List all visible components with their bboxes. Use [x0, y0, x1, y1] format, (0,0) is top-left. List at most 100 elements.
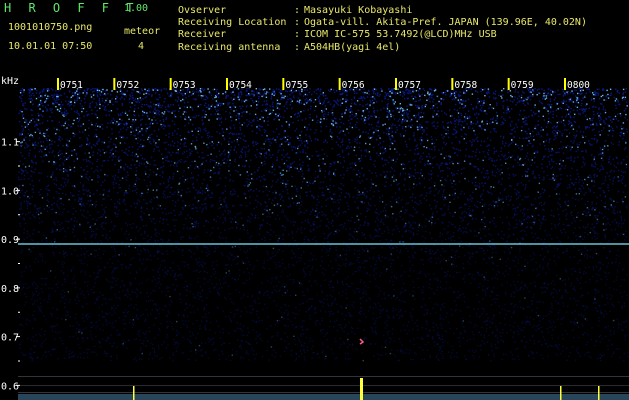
noise-pixel	[265, 104, 267, 106]
noise-pixel	[535, 262, 537, 264]
noise-pixel	[582, 273, 585, 275]
noise-pixel	[414, 164, 417, 167]
noise-pixel	[161, 170, 164, 173]
noise-pixel	[33, 229, 35, 231]
noise-pixel	[478, 186, 480, 189]
noise-pixel	[325, 186, 328, 188]
noise-pixel	[553, 133, 555, 135]
noise-pixel	[423, 89, 426, 92]
noise-pixel	[418, 287, 420, 289]
noise-pixel	[184, 118, 186, 120]
noise-pixel	[484, 294, 487, 297]
noise-pixel	[356, 136, 358, 139]
noise-pixel	[237, 339, 239, 341]
noise-pixel	[317, 97, 319, 99]
noise-pixel	[41, 253, 43, 255]
noise-pixel	[500, 335, 502, 337]
noise-pixel	[481, 326, 483, 329]
noise-pixel	[475, 312, 478, 315]
noise-pixel	[296, 190, 299, 193]
noise-pixel	[530, 164, 533, 166]
noise-pixel	[482, 89, 484, 91]
noise-pixel	[601, 103, 603, 105]
noise-pixel	[573, 246, 575, 248]
noise-pixel	[36, 144, 38, 147]
noise-pixel	[232, 133, 234, 136]
noise-pixel	[582, 226, 585, 228]
noise-pixel	[65, 113, 67, 115]
noise-pixel	[585, 267, 587, 269]
noise-pixel	[418, 177, 420, 180]
noise-pixel	[473, 308, 475, 310]
noise-pixel	[615, 347, 618, 350]
noise-pixel	[457, 121, 460, 123]
noise-pixel	[349, 195, 351, 198]
noise-pixel	[98, 149, 100, 151]
noise-pixel	[249, 263, 251, 266]
noise-pixel	[590, 165, 593, 167]
noise-pixel	[294, 221, 296, 223]
noise-pixel	[571, 273, 573, 275]
noise-pixel	[295, 359, 297, 361]
noise-pixel	[543, 96, 545, 99]
noise-pixel	[22, 241, 24, 244]
noise-pixel	[364, 291, 367, 293]
noise-pixel	[456, 296, 458, 298]
noise-pixel	[358, 194, 361, 196]
noise-pixel	[372, 307, 374, 309]
noise-pixel	[31, 166, 33, 168]
noise-pixel	[55, 230, 57, 232]
noise-pixel	[353, 168, 355, 171]
noise-pixel	[61, 263, 64, 265]
noise-pixel	[140, 124, 142, 126]
noise-pixel	[576, 216, 578, 218]
noise-pixel	[412, 290, 414, 292]
noise-pixel	[528, 180, 530, 182]
noise-pixel	[47, 194, 49, 196]
noise-pixel	[84, 95, 87, 97]
noise-pixel	[282, 200, 284, 202]
noise-pixel	[327, 197, 329, 200]
noise-pixel	[55, 179, 58, 182]
noise-pixel	[530, 142, 532, 144]
noise-pixel	[143, 225, 145, 227]
noise-pixel	[599, 134, 601, 136]
noise-pixel	[429, 232, 431, 234]
noise-pixel	[390, 204, 392, 207]
noise-pixel	[555, 343, 557, 346]
noise-pixel	[295, 307, 297, 309]
noise-pixel	[163, 113, 165, 115]
noise-pixel	[404, 301, 406, 303]
noise-pixel	[493, 353, 495, 355]
noise-pixel	[82, 92, 84, 94]
noise-pixel	[509, 116, 511, 119]
noise-pixel	[147, 176, 149, 178]
noise-pixel	[247, 145, 250, 147]
noise-pixel	[534, 127, 536, 130]
noise-pixel	[522, 242, 524, 244]
noise-pixel	[437, 257, 440, 260]
noise-pixel	[303, 349, 305, 351]
noise-pixel	[320, 330, 322, 332]
noise-pixel	[140, 195, 142, 197]
noise-pixel	[41, 115, 44, 118]
noise-pixel	[167, 344, 169, 346]
noise-pixel	[387, 232, 390, 234]
noise-pixel	[122, 167, 125, 169]
noise-pixel	[471, 331, 473, 333]
noise-pixel	[52, 349, 54, 351]
noise-pixel	[104, 107, 106, 109]
noise-pixel	[200, 320, 203, 322]
noise-pixel	[208, 250, 210, 253]
noise-pixel	[54, 276, 57, 278]
noise-pixel	[388, 118, 390, 121]
noise-pixel	[585, 307, 588, 309]
noise-pixel	[398, 187, 400, 190]
noise-pixel	[419, 157, 421, 160]
noise-pixel	[572, 288, 574, 290]
noise-pixel	[244, 306, 246, 309]
noise-pixel	[562, 95, 565, 97]
noise-pixel	[120, 114, 122, 117]
noise-pixel	[554, 130, 557, 132]
noise-pixel	[376, 109, 379, 112]
